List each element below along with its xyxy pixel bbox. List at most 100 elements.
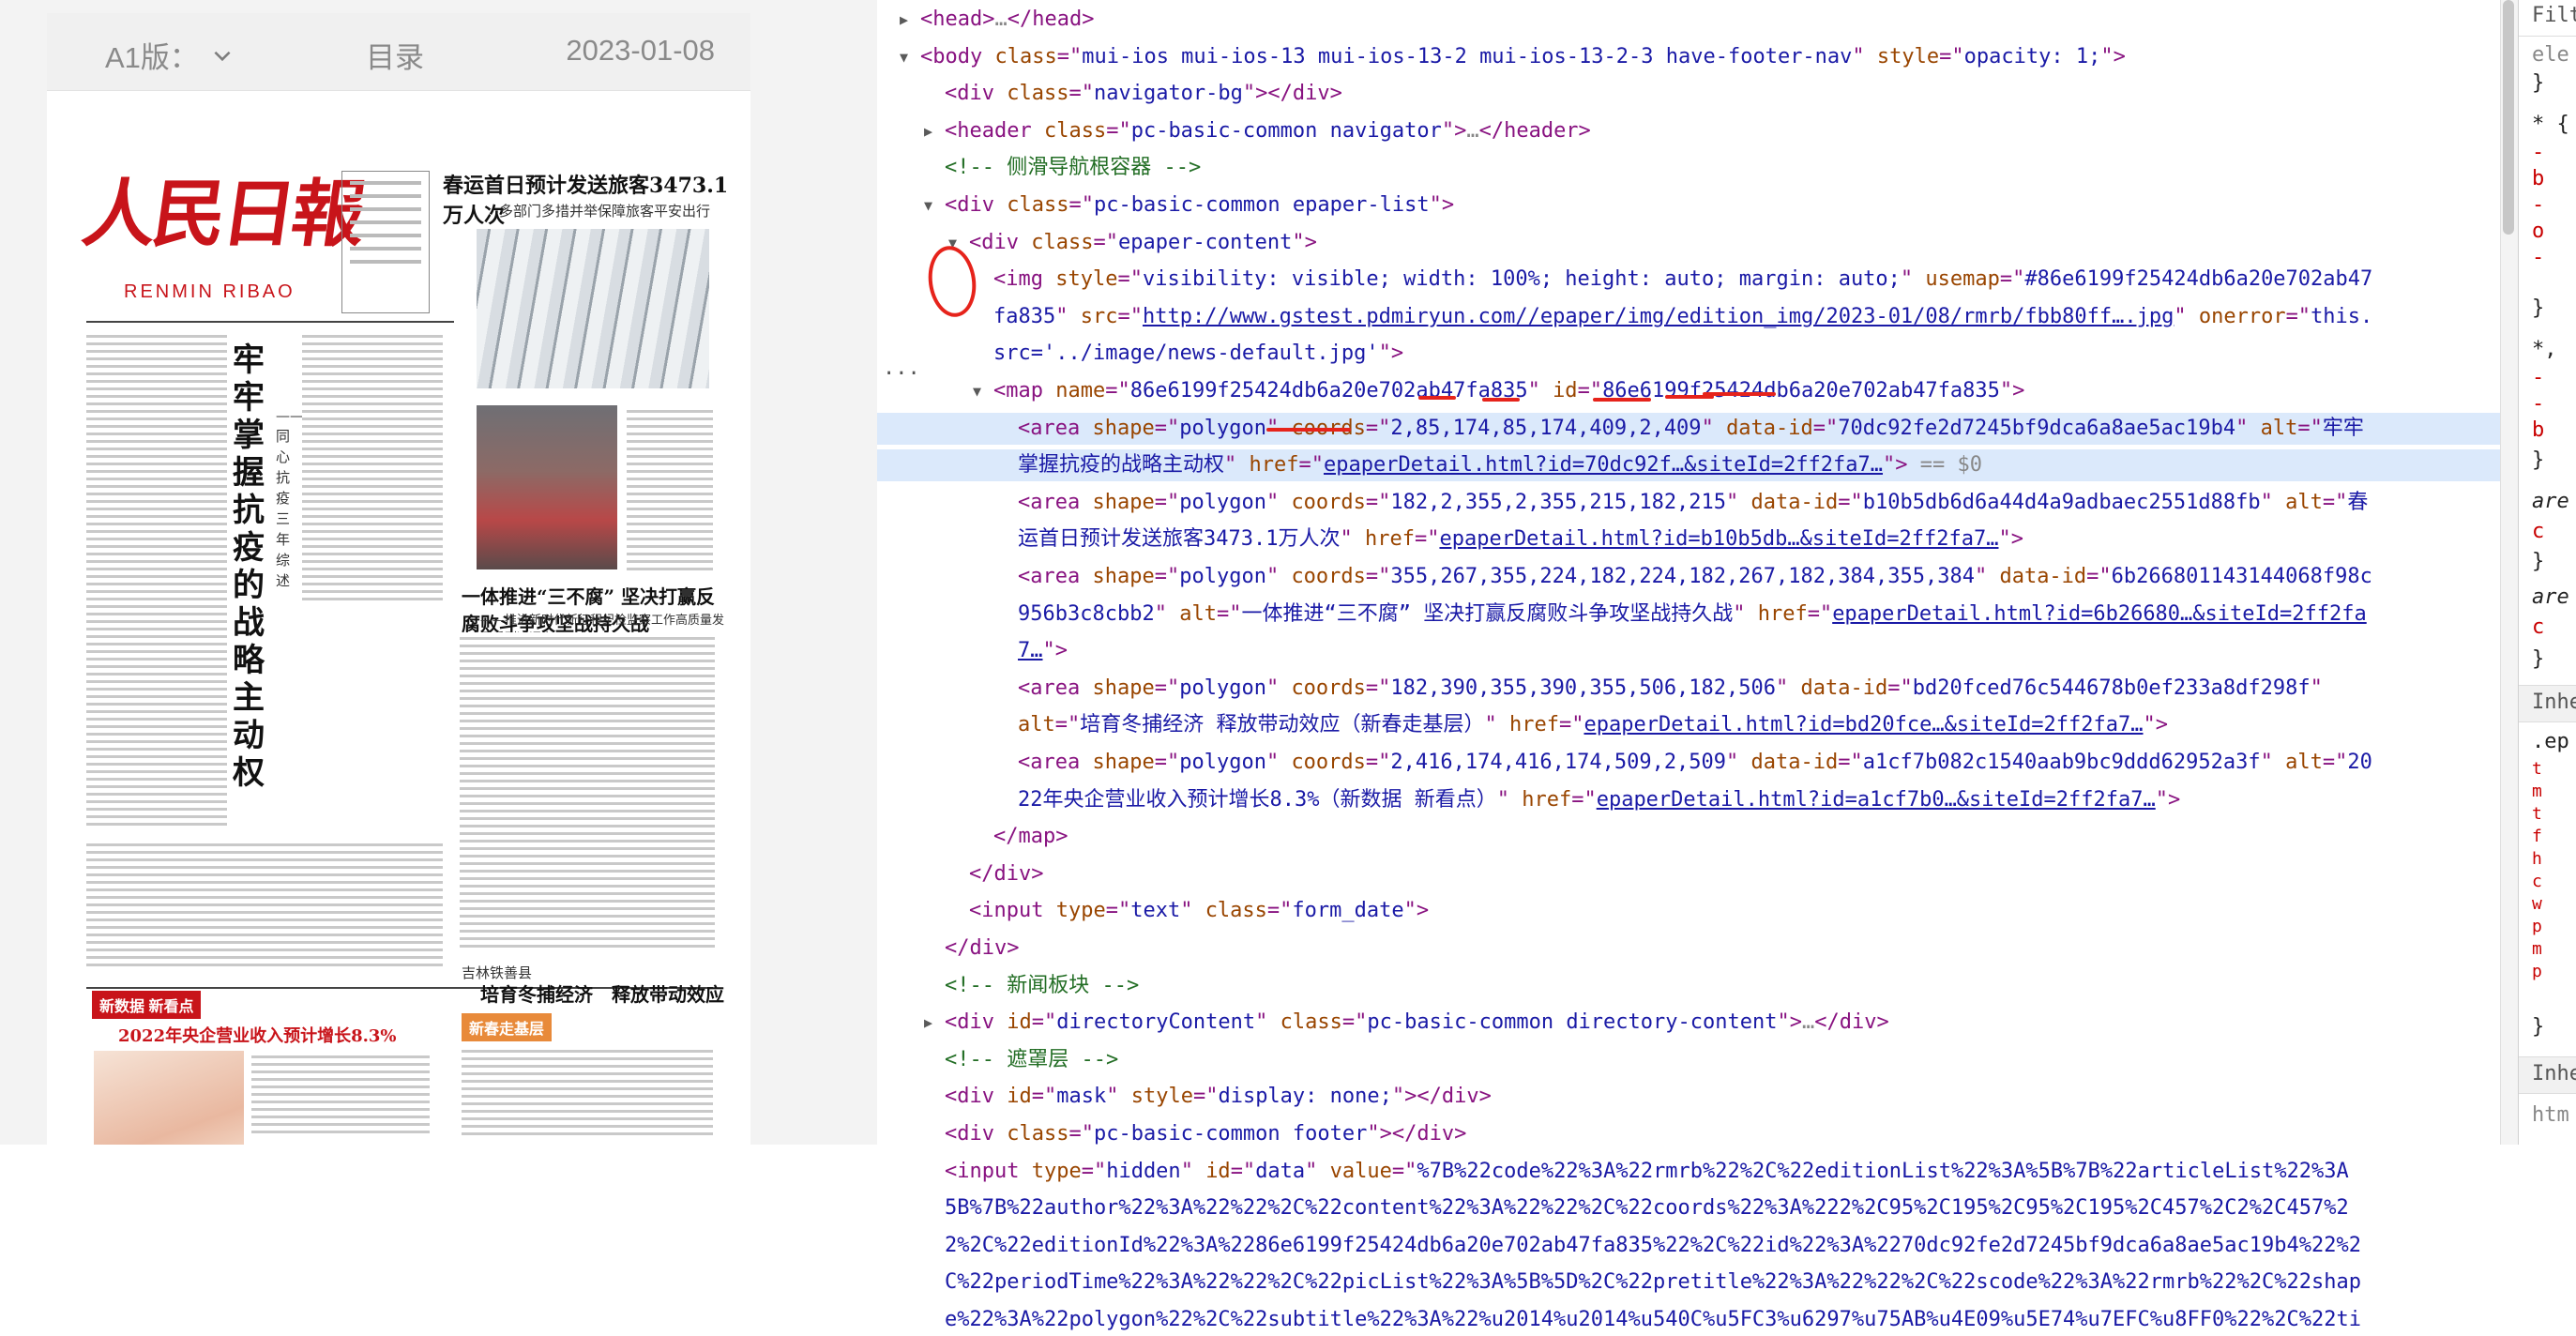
bottom-left-headline[interactable]: 2022年央企营业收入预计增长8.3% <box>118 1023 397 1047</box>
element-style-rule: ele <box>2532 43 2569 67</box>
dom-token: … <box>994 8 1008 31</box>
resource-link[interactable]: 7… <box>1018 639 1043 662</box>
dom-node-markup: <area shape="polygon" coords="182,390,35… <box>1018 673 2323 705</box>
dom-token: class <box>1205 899 1267 923</box>
dom-node-row[interactable]: <area shape="polygon" coords="182,2,355,… <box>877 487 2500 519</box>
vertical-headline[interactable]: 牢牢掌握抗疫的战略主动权 <box>233 342 270 792</box>
dom-node-markup: <map name="86e6199f25424db6a20e702ab47fa… <box>993 375 2024 407</box>
expand-triangle-icon[interactable]: ▶ <box>924 115 932 147</box>
dom-token: <area <box>1018 490 1093 514</box>
dom-token: pc-basic-common footer <box>1093 1122 1368 1146</box>
elements-panel-scroll-thumb[interactable] <box>2503 0 2514 235</box>
dom-node-row[interactable]: <!-- 遮罩层 --> <box>877 1044 2500 1076</box>
dom-token: 5B%7B%22author%22%3A%22%22%2C%22content%… <box>945 1196 2349 1221</box>
dom-node-row[interactable]: <area shape="polygon" coords="355,267,35… <box>877 561 2500 593</box>
dom-node-row[interactable]: </div> <box>877 858 2500 890</box>
dom-node-row[interactable]: 956b3c8cbb2" alt="一体推进“三不腐” 坚决打赢反腐败斗争攻坚战… <box>877 599 2500 630</box>
dom-token: <!-- 侧滑导航根容器 --> <box>945 156 1202 180</box>
dom-token: class <box>1043 118 1107 143</box>
dom-token: "> <box>1441 118 1467 143</box>
dom-node-row[interactable]: 运首日预计发送旅客3473.1万人次" href="epaperDetail.h… <box>877 524 2500 555</box>
dom-token: "> <box>1883 453 1908 478</box>
dom-node-row[interactable]: <div class="navigator-bg"></div> <box>877 78 2500 110</box>
dom-node-row[interactable]: <!-- 新闻板块 --> <box>877 970 2500 1002</box>
dom-token: =" <box>1298 453 1325 478</box>
resource-link[interactable]: http://www.gstest.pdmiryun.com//epaper/i… <box>1143 305 2174 328</box>
dom-node-row[interactable]: ▶ <header class="pc-basic-common navigato… <box>877 115 2500 147</box>
dom-node-row[interactable]: src='../image/news-default.jpg'"> <box>877 338 2500 370</box>
dom-token: "> <box>1378 342 1404 366</box>
resource-link[interactable]: epaperDetail.html?id=a1cf7b0…&siteId=2ff… <box>1597 788 2156 812</box>
resource-link[interactable]: epaperDetail.html?id=bd20fce…&siteId=2ff… <box>1583 713 2143 736</box>
vertical-subheadline: ——同心抗疫三年综述 <box>276 407 304 589</box>
dom-token: =" <box>1365 751 1391 774</box>
dom-token: =" <box>1056 44 1083 68</box>
dom-node-row[interactable]: <!-- 侧滑导航根容器 --> <box>877 152 2500 184</box>
dom-node-row[interactable]: alt="培育冬捕经济 释放带动效应（新春走基层）" href="epaperD… <box>877 709 2500 741</box>
dom-node-row[interactable]: </map> <box>877 821 2500 853</box>
dom-token: polygon <box>1179 751 1266 774</box>
dom-node-markup: <area shape="polygon" coords="182,2,355,… <box>1018 487 2368 519</box>
devtools-styles-pane[interactable]: Filte ele } * { - b - o - } *, - - b } a… <box>2518 0 2576 1145</box>
dom-token: shape <box>1092 751 1155 774</box>
dom-node-row[interactable]: 5B%7B%22author%22%3A%22%22%2C%22content%… <box>877 1192 2500 1224</box>
dom-node-markup: <area shape="polygon" coords="355,267,35… <box>1018 561 2372 593</box>
dom-token: "> <box>1777 1010 1802 1035</box>
expand-triangle-icon[interactable]: ▶ <box>924 1007 932 1039</box>
dom-node-row[interactable]: ▼ <map name="86e6199f25424db6a20e702ab47f… <box>877 375 2500 407</box>
dom-node-row[interactable]: </div> <box>877 933 2500 964</box>
dom-node-row[interactable]: e%22%3A%22polygon%22%2C%22subtitle%22%3A… <box>877 1304 2500 1336</box>
dom-token: alt <box>2260 416 2298 440</box>
table-of-contents-link[interactable]: 目录 <box>366 34 424 76</box>
dom-node-markup: 5B%7B%22author%22%3A%22%22%2C%22content%… <box>945 1192 2349 1224</box>
dom-node-row[interactable]: 7…"> <box>877 635 2500 667</box>
dom-token: 牢牢 <box>2322 416 2364 440</box>
dom-token: text <box>1130 899 1181 923</box>
dom-node-row[interactable]: ▼ <div class="epaper-content"> <box>877 227 2500 259</box>
dom-node-row[interactable]: <div class="pc-basic-common footer"></di… <box>877 1118 2500 1150</box>
dom-node-markup: <div class="pc-basic-common epaper-list"… <box>945 190 1454 221</box>
dom-token: </div> <box>945 936 1020 960</box>
dom-token: " <box>1255 1010 1280 1035</box>
dom-token: " <box>2174 304 2199 328</box>
resource-link[interactable]: epaperDetail.html?id=b10b5db…&siteId=2ff… <box>1439 527 1998 551</box>
dom-token: mui-ios mui-ios-13 mui-ios-13-2 mui-ios-… <box>1082 44 1853 68</box>
devtools-elements-panel[interactable]: ··· ▶ <head>…</head> ▼ <body class="mui-ios… <box>877 0 2500 1331</box>
expand-triangle-icon[interactable]: ▶ <box>900 4 908 36</box>
collapse-triangle-icon[interactable]: ▼ <box>973 375 981 407</box>
resource-link[interactable]: epaperDetail.html?id=70dc92f…&siteId=2ff… <box>1324 453 1883 477</box>
dom-node-row[interactable]: 掌握抗疫的战略主动权" href="epaperDetail.html?id=7… <box>877 449 2500 482</box>
bottom-right-tag: 新春走基层 <box>462 1013 553 1041</box>
dom-node-row[interactable]: ▶ <div id="directoryContent" class="pc-ba… <box>877 1007 2500 1039</box>
dom-node-row[interactable]: <area shape="polygon" coords="182,390,35… <box>877 673 2500 705</box>
edition-info-box <box>341 171 430 313</box>
dom-node-row[interactable]: C%22periodTime%22%3A%22%22%2C%22picList%… <box>877 1267 2500 1298</box>
dom-token: " <box>1106 1085 1131 1109</box>
dom-node-row[interactable]: <div id="mask" style="display: none;"></… <box>877 1081 2500 1113</box>
dom-node-row[interactable]: <area shape="polygon" coords="2,85,174,8… <box>877 412 2500 445</box>
dom-token: =" <box>1230 1159 1256 1183</box>
dom-node-row[interactable]: ▼ <div class="pc-basic-common epaper-list… <box>877 190 2500 221</box>
resource-link[interactable]: epaperDetail.html?id=6b26680…&siteId=2ff… <box>1832 602 2367 626</box>
dom-node-markup: </div> <box>945 933 1019 964</box>
collapse-triangle-icon[interactable]: ▼ <box>900 41 908 73</box>
dom-node-row[interactable]: <area shape="polygon" coords="2,416,174,… <box>877 747 2500 779</box>
dom-node-row[interactable]: <input type="hidden" id="data" value="%7… <box>877 1156 2500 1188</box>
collapse-triangle-icon[interactable]: ▼ <box>924 190 932 221</box>
edition-selector[interactable]: A1版： <box>105 34 235 76</box>
dom-node-row[interactable]: 22年央企营业收入预计增长8.3%（新数据 新看点）" href="epaper… <box>877 784 2500 816</box>
dom-token: style <box>1876 44 1940 68</box>
newspaper-page-image[interactable]: 人民日報 RENMIN RIBAO 春运首日预计发送旅客3473.1万人次 多部… <box>68 107 730 1145</box>
bottom-right-headline[interactable]: 培育冬捕经济 释放带动效应 <box>480 979 724 1007</box>
dom-node-row[interactable]: 2%2C%22editionId%22%3A%2286e6199f25424db… <box>877 1230 2500 1262</box>
dom-node-markup: 2%2C%22editionId%22%3A%2286e6199f25424db… <box>945 1230 2361 1262</box>
dom-node-row[interactable]: <img style="visibility: visible; width: … <box>877 264 2500 296</box>
dom-node-row[interactable]: <input type="text" class="form_date"> <box>877 895 2500 927</box>
dom-node-row[interactable]: ▼ <body class="mui-ios mui-ios-13 mui-ios… <box>877 41 2500 73</box>
styles-filter-input[interactable]: Filte <box>2532 4 2576 27</box>
dom-token: =" <box>1105 899 1131 923</box>
dom-node-row[interactable]: ▶ <head>…</head> <box>877 4 2500 36</box>
dom-token: " <box>1265 565 1292 588</box>
second-article-text <box>460 632 715 951</box>
dom-node-row[interactable]: fa835" src="http://www.gstest.pdmiryun.c… <box>877 301 2500 333</box>
